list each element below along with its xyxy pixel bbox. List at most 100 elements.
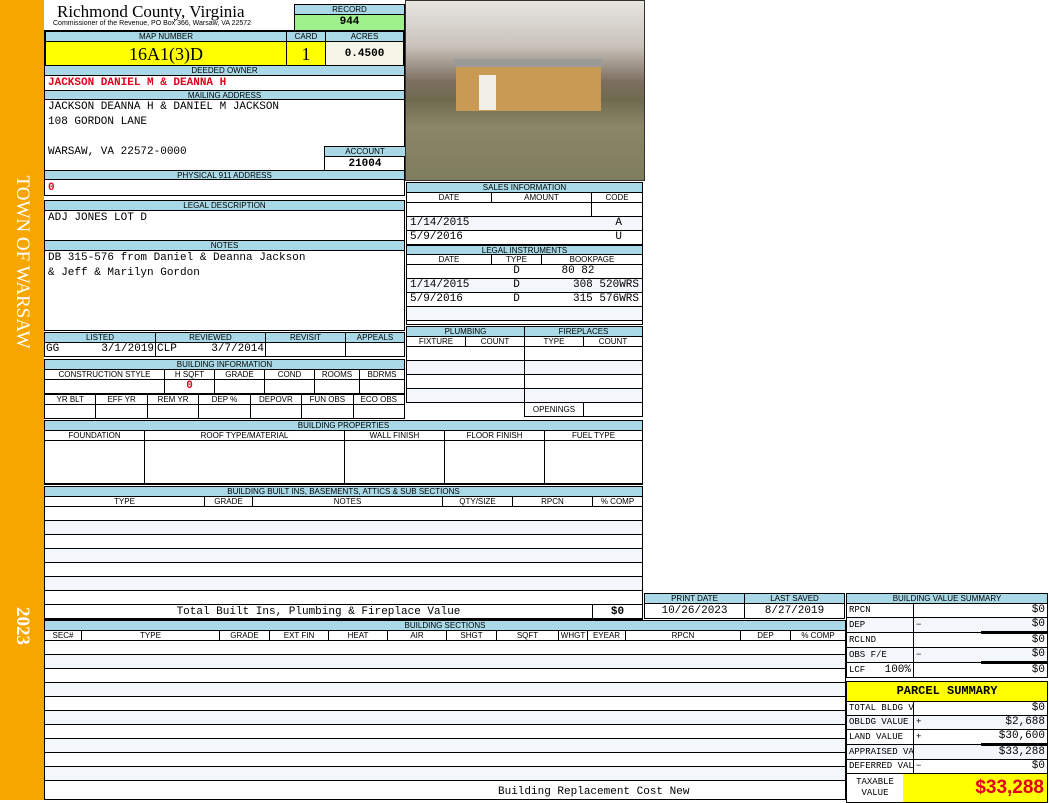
table-cell: A [591, 216, 643, 231]
town-label: TOWN OF WARSAW [12, 175, 33, 349]
table: LISTED REVIEWED REVISIT APPEALS GG 3/1/20… [44, 332, 405, 357]
notes-line-2: & Jeff & Marilyn Gordon [48, 267, 200, 279]
table-cell [146, 404, 200, 419]
last-saved-label: LAST SAVED [744, 593, 845, 604]
county-title: Richmond County, Virginia [57, 2, 245, 21]
table-cell [524, 360, 643, 375]
table-cell: U [591, 230, 643, 245]
appeals-header: APPEALS [345, 332, 405, 343]
builtins-total-label: Total Built Ins, Plumbing & Fireplace Va… [44, 604, 593, 620]
builtin-comp-header: % COMP [592, 496, 643, 507]
table-row [44, 766, 846, 781]
last-saved-date: 8/27/2019 [744, 603, 845, 619]
sec-dep-header: DEP [740, 630, 791, 641]
table-cell [198, 404, 251, 419]
table-row: Total Built Ins, Plumbing & Fireplace Va… [44, 604, 643, 620]
table-cell [44, 506, 643, 521]
table-row: YR BLT EFF YR REM YR DEP % DEPOVR FUN OB… [43, 394, 406, 405]
table-row [44, 654, 846, 669]
side-banner: TOWN OF WARSAW 2023 [0, 0, 44, 800]
table-row: 10/26/2023 8/27/2019 [644, 603, 845, 619]
table-row [406, 346, 643, 361]
table-row: CONSTRUCTION STYLE H SQFT GRADE COND ROO… [44, 369, 405, 380]
yr-blt-header: YR BLT [43, 394, 97, 405]
table-row: LISTED REVIEWED REVISIT APPEALS [44, 332, 405, 343]
account-box: ACCOUNT 21004 [324, 146, 405, 171]
instrument-bookpage-header: BOOKPAGE [541, 254, 643, 265]
table: PARCEL SUMMARY TOTAL BLDG VALUE $0 OBLDG … [846, 681, 1048, 774]
building-value-summary: BUILDING VALUE SUMMARY RPCN $0 DEP − $0 RCL… [846, 593, 1048, 678]
obldg-value: $2,688 [980, 715, 1048, 730]
parcel-summary-label: PARCEL SUMMARY [846, 681, 1048, 702]
listing-table: LISTED REVIEWED REVISIT APPEALS GG 3/1/20… [44, 332, 405, 357]
card-label: CARD [286, 31, 326, 42]
builtin-type-header: TYPE [44, 496, 205, 507]
mailing-line-2: 108 GORDON LANE [48, 116, 148, 128]
instrument-row: 5/9/2016 D 315 576WRS [406, 292, 643, 307]
table-row: GG 3/1/2019 CLP 3/7/2014 [44, 342, 405, 357]
table-row [406, 306, 643, 321]
table-cell [265, 342, 346, 357]
sec-header: SEC# [44, 630, 82, 641]
deeded-owner-label: DEEDED OWNER [45, 66, 404, 76]
hsqft-header: H SQFT [164, 369, 215, 380]
mailing-line-1: JACKSON DEANNA H & DANIEL M JACKSON [48, 101, 280, 113]
reviewed-header: REVIEWED [155, 332, 266, 343]
table: DATE AMOUNT CODE 1/14/2015 A 5/9/2016 U [406, 192, 643, 245]
table-row [44, 534, 643, 549]
obs-label: OBS F/E [846, 647, 914, 663]
sec-air-header: AIR [387, 630, 447, 641]
sales-row: 5/9/2016 U [406, 230, 643, 245]
bdrms-header: BDRMS [359, 369, 405, 380]
table-row: FIXTURE COUNT TYPE COUNT [406, 336, 643, 347]
table-cell: − [913, 617, 981, 633]
fun-obs-header: FUN OBS [301, 394, 354, 405]
table-cell: + [913, 729, 981, 745]
table-cell [214, 379, 265, 394]
table-row [406, 360, 643, 375]
physical-address-label: PHYSICAL 911 ADDRESS [45, 170, 404, 180]
openings-label: OPENINGS [524, 402, 584, 417]
table-cell: D [491, 278, 542, 293]
table-row [44, 696, 846, 711]
instrument-row: D 80 82 [406, 264, 643, 279]
hsqft-value: 0 [164, 379, 215, 394]
table-cell [524, 346, 643, 361]
table-row [44, 548, 643, 563]
roof-header: ROOF TYPE/MATERIAL [144, 430, 345, 441]
table-cell: 1/14/2015 [406, 216, 492, 231]
builtin-grade-header: GRADE [204, 496, 253, 507]
table-cell [44, 562, 643, 577]
print-date-label: PRINT DATE [644, 593, 745, 604]
table-row [44, 520, 643, 535]
table-cell [301, 404, 354, 419]
lcf-value: $0 [980, 662, 1048, 678]
table-cell: 5/9/2016 [406, 230, 492, 245]
table-row [44, 668, 846, 683]
table-cell [344, 440, 445, 485]
sales-amount-header: AMOUNT [491, 192, 592, 203]
acres-value: 0.4500 [325, 41, 404, 67]
shed-door [479, 75, 496, 110]
legal-description-box: LEGAL DESCRIPTION ADJ JONES LOT D [44, 200, 405, 241]
table-cell [583, 402, 643, 417]
table-cell [44, 752, 846, 767]
map-number-label: MAP NUMBER [45, 31, 287, 42]
sales-date-header: DATE [406, 192, 492, 203]
table-cell: GG 3/1/2019 [44, 342, 156, 357]
listed-by: GG [46, 343, 60, 356]
table-cell: + [913, 715, 981, 730]
record-box: RECORD 944 [294, 4, 405, 31]
table-cell [95, 404, 148, 419]
fixture-header: FIXTURE [406, 336, 466, 347]
listed-date: 3/1/2019 [101, 343, 154, 356]
table-cell [44, 534, 643, 549]
table-row: 0 [44, 379, 405, 394]
appraised-value: $33,288 [980, 744, 1048, 760]
reviewed-by: CLP [157, 343, 177, 356]
building-sections-box: BUILDING SECTIONS SEC# TYPE GRADE EXT FI… [44, 620, 846, 800]
table-cell: D [491, 292, 542, 307]
table-cell [406, 388, 525, 403]
parcel-summary: PARCEL SUMMARY TOTAL BLDG VALUE $0 OBLDG … [846, 681, 1048, 803]
table-row [44, 576, 643, 591]
